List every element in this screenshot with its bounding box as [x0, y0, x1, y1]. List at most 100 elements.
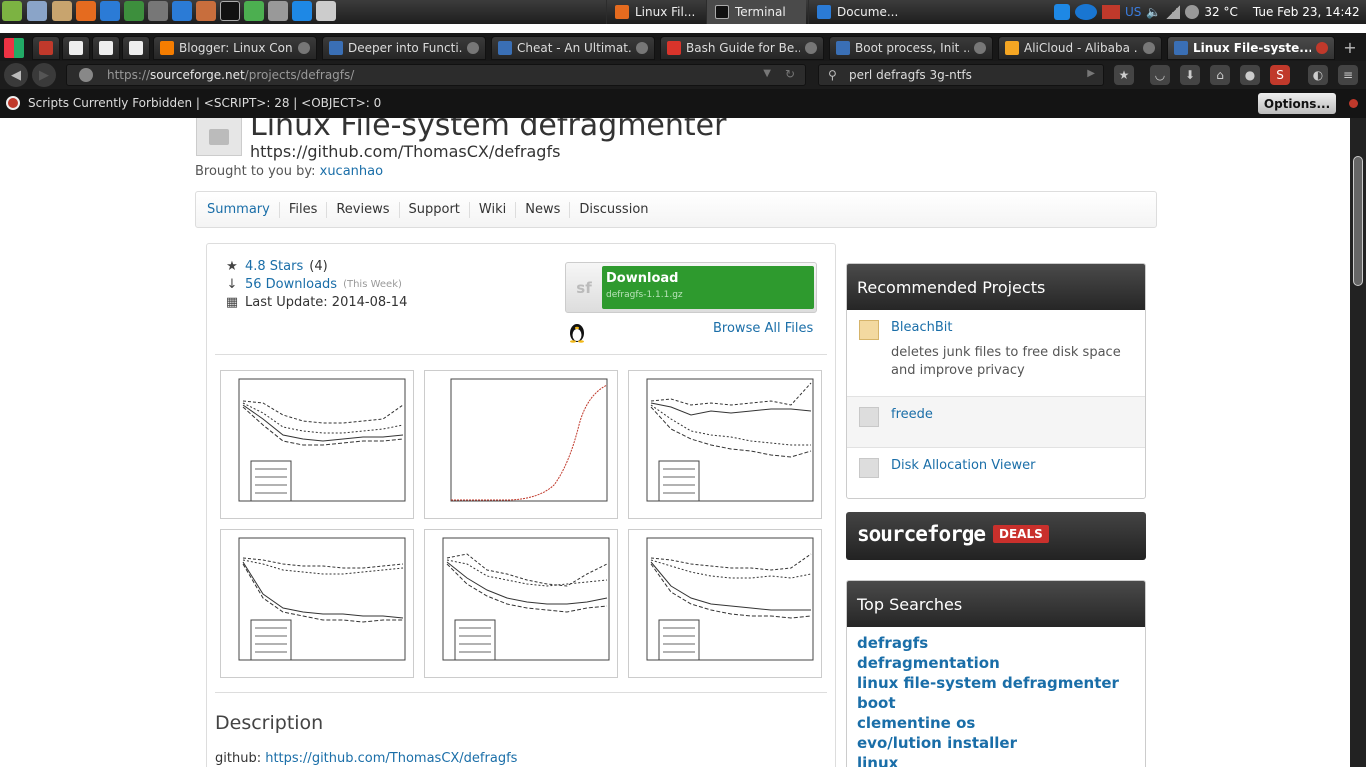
scrollbar-thumb[interactable] [1353, 156, 1363, 286]
screenshot-thumbnail[interactable] [628, 529, 822, 678]
task-document[interactable]: Docume... [808, 0, 908, 24]
tab-boot-process[interactable]: Boot process, Init ... [829, 36, 993, 60]
page-scrollbar[interactable] [1350, 118, 1366, 767]
home-icon[interactable]: ⌂ [1210, 65, 1230, 85]
chat-icon[interactable]: ● [1240, 65, 1260, 85]
tab-files[interactable]: Files [280, 201, 328, 218]
dropdown-icon[interactable]: ▼ [763, 68, 771, 79]
files-icon[interactable] [52, 1, 72, 21]
pocket-icon[interactable]: ◡ [1150, 65, 1170, 85]
tab-reviews[interactable]: Reviews [327, 201, 400, 218]
recommended-name[interactable]: Disk Allocation Viewer [891, 458, 1135, 473]
tab-page[interactable] [92, 36, 120, 60]
recommended-name[interactable]: BleachBit [891, 320, 1135, 335]
tab-linux-filesystem[interactable]: Linux File-syste... [1167, 36, 1335, 60]
addon-icon[interactable]: ◐ [1308, 65, 1328, 85]
top-search-link[interactable]: defragfs [857, 633, 1135, 653]
tab-gmail[interactable] [32, 36, 60, 60]
download-manager-icon[interactable] [244, 1, 264, 21]
image-viewer-icon[interactable] [196, 1, 216, 21]
top-search-link[interactable]: defragmentation [857, 653, 1135, 673]
download-green-area[interactable]: Download defragfs-1.1.1.gz [602, 266, 814, 309]
browse-all-files-link[interactable]: Browse All Files [713, 321, 813, 336]
close-tab-icon[interactable] [1143, 42, 1155, 54]
screenshot-thumbnail[interactable] [424, 529, 618, 678]
screenshot-thumbnail[interactable] [628, 370, 822, 519]
options-button[interactable]: Options... [1258, 93, 1336, 114]
tab-summary[interactable]: Summary [198, 201, 280, 218]
bookmark-star-icon[interactable]: ★ [1114, 65, 1134, 85]
dropbox-tray-icon[interactable] [1054, 4, 1070, 20]
temperature[interactable]: 32 °C [1204, 5, 1237, 19]
top-search-link[interactable]: boot [857, 693, 1135, 713]
screenshot-thumbnail[interactable] [424, 370, 618, 519]
close-tab-icon[interactable] [636, 42, 648, 54]
calc-icon[interactable] [124, 1, 144, 21]
close-tab-icon[interactable] [298, 42, 310, 54]
tab-support[interactable]: Support [400, 201, 470, 218]
tab-deeper[interactable]: Deeper into Functi... [322, 36, 486, 60]
clock[interactable]: Tue Feb 23, 14:42 [1253, 5, 1360, 19]
noscript-icon[interactable]: S [1270, 65, 1290, 85]
recommended-item[interactable]: BleachBit deletes junk files to free dis… [847, 310, 1145, 396]
writer-icon[interactable] [100, 1, 120, 21]
tab-discussion[interactable]: Discussion [570, 202, 657, 218]
screenshot-thumbnail[interactable] [220, 529, 414, 678]
tab-cheat[interactable]: Cheat - An Ultimat... [491, 36, 655, 60]
tab-alicloud[interactable]: AliCloud - Alibaba ... [998, 36, 1162, 60]
top-search-link[interactable]: linux file-system defragmenter [857, 673, 1135, 693]
top-search-link[interactable]: evo/lution installer [857, 733, 1135, 753]
author-link[interactable]: xucanhao [320, 164, 383, 179]
calculator-icon[interactable] [148, 1, 168, 21]
download-button[interactable]: sf Download defragfs-1.1.1.gz [565, 262, 817, 313]
recommended-name[interactable]: freede [891, 407, 1135, 422]
weather-icon[interactable] [1185, 5, 1200, 19]
close-tab-icon[interactable] [974, 42, 986, 54]
sourceforge-deals-banner[interactable]: sourceforge DEALS [846, 512, 1146, 560]
terminal-launcher-icon[interactable] [220, 1, 240, 21]
recommended-item[interactable]: freede [847, 396, 1145, 447]
rating-link[interactable]: 4.8 Stars [245, 259, 303, 274]
wps-icon[interactable] [172, 1, 192, 21]
url-bar[interactable]: https://sourceforge.net/projects/defragf… [66, 64, 806, 86]
downloads-icon[interactable]: ⬇ [1180, 65, 1200, 85]
search-go-icon[interactable]: ▶ [1087, 68, 1095, 79]
new-tab-icon[interactable]: + [1341, 39, 1359, 57]
close-tab-icon[interactable] [467, 42, 479, 54]
hp-icon[interactable] [1075, 4, 1097, 20]
system-monitor-icon[interactable] [268, 1, 288, 21]
back-icon[interactable]: ◀ [4, 63, 28, 87]
close-tab-icon[interactable] [805, 42, 817, 54]
window-icon[interactable] [316, 1, 336, 21]
network-icon[interactable] [1166, 5, 1181, 19]
tab-groups-icon[interactable] [4, 38, 24, 58]
keyboard-layout[interactable]: US [1125, 5, 1141, 19]
github-link[interactable]: https://github.com/ThomasCX/defragfs [265, 751, 517, 766]
close-tab-icon[interactable] [1316, 42, 1328, 54]
forward-icon[interactable]: ▶ [32, 63, 56, 87]
tab-page[interactable] [62, 36, 90, 60]
reload-icon[interactable]: ↻ [785, 67, 795, 81]
close-notification-icon[interactable] [1349, 99, 1358, 108]
recommended-item[interactable]: Disk Allocation Viewer [847, 447, 1145, 498]
volume-icon[interactable]: 🔈 [1146, 5, 1161, 19]
mint-menu-icon[interactable] [2, 1, 22, 21]
tab-blogger[interactable]: Blogger: Linux Con... [153, 36, 317, 60]
tab-wiki[interactable]: Wiki [470, 201, 517, 218]
top-search-link[interactable]: clementine os [857, 713, 1135, 733]
tab-news[interactable]: News [516, 201, 571, 218]
battery-icon[interactable] [1102, 5, 1120, 19]
site-identity-icon[interactable] [79, 68, 93, 82]
settings-gear-icon[interactable] [27, 1, 47, 21]
search-bar[interactable]: ⚲ perl defragfs 3g-ntfs ▶ [818, 64, 1104, 86]
task-terminal[interactable]: Terminal [706, 0, 806, 24]
menu-icon[interactable]: ≡ [1338, 65, 1358, 85]
top-search-link[interactable]: linux [857, 753, 1135, 767]
tab-bash-guide[interactable]: Bash Guide for Be... [660, 36, 824, 60]
task-linux-file[interactable]: Linux Fil... [606, 0, 704, 24]
firefox-icon[interactable] [76, 1, 96, 21]
dropbox-icon[interactable] [292, 1, 312, 21]
screenshot-thumbnail[interactable] [220, 370, 414, 519]
downloads-link[interactable]: 56 Downloads [245, 277, 337, 292]
tab-page[interactable] [122, 36, 150, 60]
